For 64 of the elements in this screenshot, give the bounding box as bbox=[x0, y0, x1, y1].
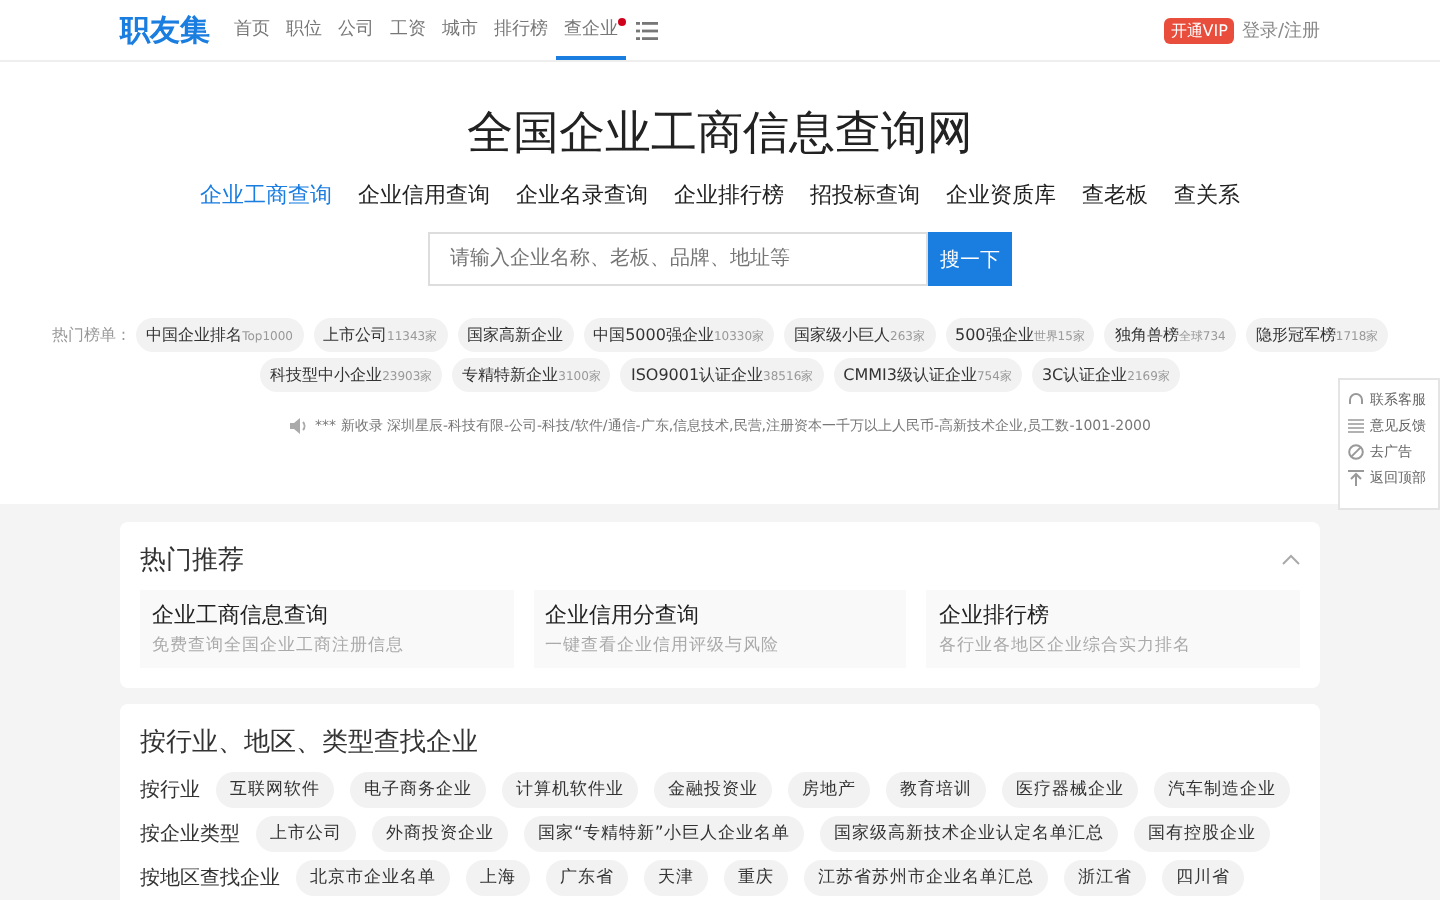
search-tab[interactable]: 企业名录查询 bbox=[516, 180, 648, 210]
category-chip[interactable]: 互联网软件 bbox=[216, 772, 334, 808]
category-chip[interactable]: 金融投资业 bbox=[654, 772, 772, 808]
category-chip[interactable]: 教育培训 bbox=[886, 772, 986, 808]
tile-title: 企业信用分查询 bbox=[545, 600, 702, 630]
category-chip[interactable]: 国家级高新技术企业认定名单汇总 bbox=[819, 816, 1118, 852]
category-label: 按地区查找企业 bbox=[140, 865, 280, 892]
nav-link[interactable]: 排行榜 bbox=[486, 0, 556, 60]
feature-tile[interactable]: 企业排行榜 各行业各地区企业综合实力排名 bbox=[926, 590, 1300, 668]
category-chip[interactable]: 江苏省苏州市企业名单汇总 bbox=[804, 860, 1048, 896]
blocked-icon bbox=[1348, 444, 1364, 460]
section-title: 按行业、地区、类型查找企业 bbox=[140, 726, 480, 760]
category-chip[interactable]: 天津 bbox=[644, 860, 708, 896]
category-chip[interactable]: 国有控股企业 bbox=[1133, 816, 1270, 852]
speaker-icon bbox=[289, 418, 308, 434]
search-field[interactable]: 请输入企业名称、老板、品牌、地址等 bbox=[428, 232, 928, 286]
search-tab[interactable]: 查老板 bbox=[1082, 180, 1148, 210]
category-chip[interactable]: 医疗器械企业 bbox=[1002, 772, 1138, 808]
search-tab[interactable]: 企业资质库 bbox=[946, 180, 1056, 210]
category-chip[interactable]: 汽车制造企业 bbox=[1154, 772, 1290, 808]
category-chip[interactable]: 上海 bbox=[466, 860, 530, 896]
search-tab[interactable]: 企业信用查询 bbox=[358, 180, 490, 210]
search-tab[interactable]: 企业排行榜 bbox=[674, 180, 784, 210]
feature-tile[interactable]: 企业信用分查询 一键查看企业信用评级与风险 bbox=[533, 590, 907, 668]
nav-link[interactable]: 工资 bbox=[382, 0, 434, 60]
category-label: 按行业 bbox=[140, 777, 200, 804]
tile-description: 免费查询全国企业工商注册信息 bbox=[152, 634, 406, 658]
top-icon bbox=[1348, 470, 1364, 486]
tile-title: 企业工商信息查询 bbox=[152, 600, 330, 630]
list-icon bbox=[1348, 418, 1364, 434]
search-button[interactable]: 搜一下 bbox=[928, 232, 1012, 286]
menu-icon[interactable] bbox=[636, 21, 658, 39]
nav-link[interactable]: 城市 bbox=[434, 0, 486, 60]
category-chip[interactable]: 浙江省 bbox=[1064, 860, 1146, 896]
section-title: 热门推荐 bbox=[140, 544, 244, 578]
search-tab[interactable]: 招投标查询 bbox=[810, 180, 920, 210]
category-chip[interactable]: 重庆 bbox=[724, 860, 788, 896]
category-chip[interactable]: 上市公司 bbox=[256, 816, 356, 852]
category-chip[interactable]: 四川省 bbox=[1162, 860, 1244, 896]
collapse-icon[interactable] bbox=[1282, 554, 1300, 566]
tile-description: 一键查看企业信用评级与风险 bbox=[545, 634, 782, 658]
ranking-chip[interactable]: 国家高新企业 bbox=[457, 318, 574, 352]
hot-label: 热门榜单 : bbox=[51, 324, 127, 346]
category-chip[interactable]: 房地产 bbox=[788, 772, 870, 808]
category-chip[interactable]: 北京市企业名单 bbox=[296, 860, 450, 896]
site-logo[interactable]: 职友集 bbox=[120, 11, 210, 49]
vip-badge[interactable]: 开通VIP bbox=[1164, 17, 1234, 43]
nav-link[interactable]: 首页 bbox=[226, 0, 278, 60]
nav-link[interactable]: 公司 bbox=[330, 0, 382, 60]
search-tab[interactable]: 查关系 bbox=[1174, 180, 1240, 210]
tile-description: 各行业各地区企业综合实力排名 bbox=[938, 634, 1193, 658]
category-chip[interactable]: 外商投资企业 bbox=[372, 816, 508, 852]
nav-link[interactable]: 职位 bbox=[278, 0, 330, 60]
tile-title: 企业排行榜 bbox=[938, 600, 1051, 630]
page-title: 全国企业工商信息查询网 bbox=[467, 106, 973, 164]
category-label: 按企业类型 bbox=[140, 821, 240, 848]
category-chip[interactable]: 电子商务企业 bbox=[350, 772, 486, 808]
category-chip[interactable]: 广东省 bbox=[546, 860, 628, 896]
category-chip[interactable]: 国家“专精特新”小巨人企业名单 bbox=[524, 816, 804, 852]
search-tab[interactable]: 企业工商查询 bbox=[200, 180, 332, 210]
category-chip[interactable]: 计算机软件业 bbox=[502, 772, 638, 808]
headset-icon bbox=[1348, 392, 1364, 408]
feature-tile[interactable]: 企业工商信息查询 免费查询全国企业工商注册信息 bbox=[140, 590, 514, 668]
login-link[interactable]: 登录/注册 bbox=[1241, 17, 1320, 43]
